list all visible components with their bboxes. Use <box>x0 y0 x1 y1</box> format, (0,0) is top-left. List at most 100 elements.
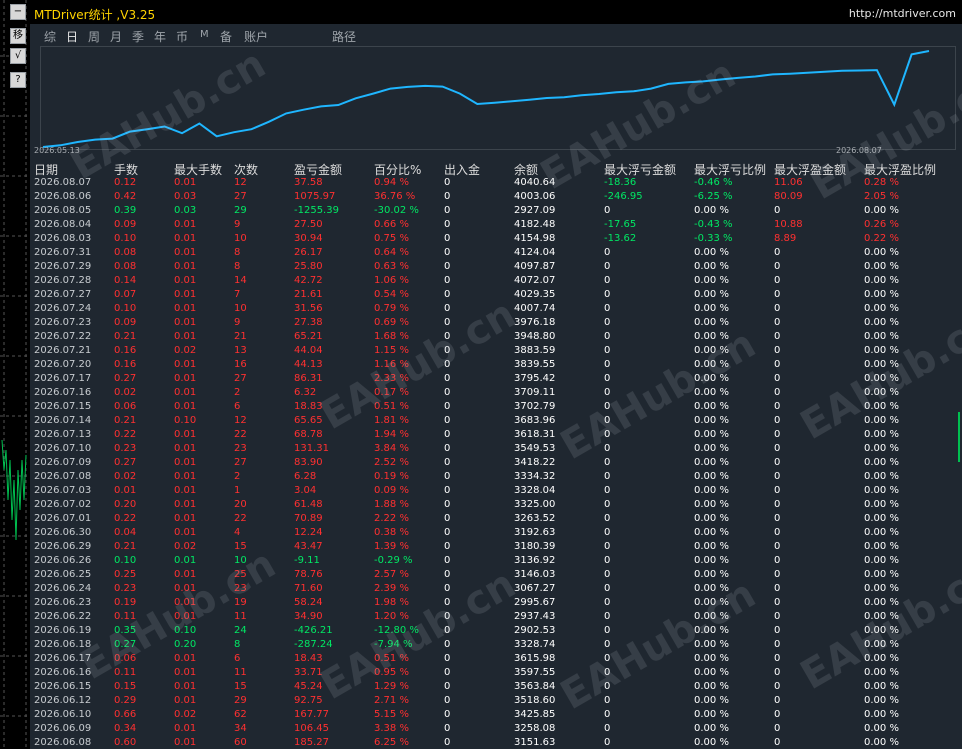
tab-day[interactable]: 日 <box>66 28 78 45</box>
row-pl: 71.60 <box>294 583 323 594</box>
row-count: 14 <box>234 275 247 286</box>
tab-overview[interactable]: 综 <box>44 28 56 45</box>
row-float-loss-pct: 0.00 % <box>694 373 729 384</box>
row-pct: -7.94 % <box>374 639 413 650</box>
site-link[interactable]: http://mtdriver.com <box>849 7 956 20</box>
row-pct: 1.29 % <box>374 681 409 692</box>
row-max-lots: 0.01 <box>174 219 197 230</box>
row-float-profit-pct: 0.00 % <box>864 639 899 650</box>
row-pl: 78.76 <box>294 569 323 580</box>
row-pl: -426.21 <box>294 625 333 636</box>
row-lots: 0.21 <box>114 331 137 342</box>
row-float-loss-amt: 0 <box>604 737 611 748</box>
tab-currency[interactable]: 币 <box>176 28 188 45</box>
row-pl: 37.58 <box>294 177 323 188</box>
row-float-loss-pct: 0.00 % <box>694 555 729 566</box>
row-balance: 3549.53 <box>514 443 556 454</box>
row-float-profit-amt: 0 <box>774 205 781 216</box>
row-balance: 3563.84 <box>514 681 556 692</box>
tab-week[interactable]: 周 <box>88 28 100 45</box>
row-max-lots: 0.01 <box>174 569 197 580</box>
row-float-loss-amt: 0 <box>604 695 611 706</box>
table-row: 2026.06.26 0.10 0.01 10 -9.11 -0.29 % 0 3136.92… <box>30 554 962 568</box>
minimize-button[interactable]: − <box>10 4 26 20</box>
row-balance: 3618.31 <box>514 429 556 440</box>
row-balance: 3258.08 <box>514 723 556 734</box>
row-float-profit-pct: 0.00 % <box>864 247 899 258</box>
row-float-profit-amt: 0 <box>774 415 781 426</box>
row-float-profit-amt: 0 <box>774 569 781 580</box>
row-count: 8 <box>234 261 241 272</box>
row-float-loss-pct: 0.00 % <box>694 429 729 440</box>
row-pl: 70.89 <box>294 513 323 524</box>
left-chart-fragment <box>0 0 30 749</box>
row-lots: 0.34 <box>114 723 137 734</box>
row-float-loss-amt: -246.95 <box>604 191 643 202</box>
row-io: 0 <box>444 471 451 482</box>
row-io: 0 <box>444 457 451 468</box>
row-balance: 4003.06 <box>514 191 556 202</box>
row-float-profit-pct: 0.28 % <box>864 177 899 188</box>
row-float-loss-amt: -13.62 <box>604 233 637 244</box>
row-date: 2026.07.03 <box>34 485 92 496</box>
row-float-loss-amt: 0 <box>604 261 611 272</box>
row-lots: 0.22 <box>114 513 137 524</box>
row-balance: 3146.03 <box>514 569 556 580</box>
row-count: 27 <box>234 191 247 202</box>
row-io: 0 <box>444 569 451 580</box>
tab-month[interactable]: 月 <box>110 28 122 45</box>
row-float-loss-pct: 0.00 % <box>694 303 729 314</box>
row-float-loss-pct: 0.00 % <box>694 611 729 622</box>
row-pl: 58.24 <box>294 597 323 608</box>
tab-path[interactable]: 路径 <box>332 28 356 45</box>
row-float-profit-amt: 0 <box>774 373 781 384</box>
row-pct: 0.66 % <box>374 219 409 230</box>
tab-quarter[interactable]: 季 <box>132 28 144 45</box>
table-row: 2026.08.07 0.12 0.01 12 37.58 0.94 % 0 4040.64 -… <box>30 176 962 190</box>
row-lots: 0.09 <box>114 219 137 230</box>
confirm-button[interactable]: √ <box>10 48 26 64</box>
row-pl: 65.21 <box>294 331 323 342</box>
tab-year[interactable]: 年 <box>154 28 166 45</box>
row-io: 0 <box>444 513 451 524</box>
row-float-profit-pct: 0.00 % <box>864 611 899 622</box>
help-button[interactable]: ? <box>10 72 26 88</box>
table-row: 2026.08.05 0.39 0.03 29 -1255.39 -30.02 % 0 292… <box>30 204 962 218</box>
row-max-lots: 0.01 <box>174 443 197 454</box>
row-max-lots: 0.01 <box>174 471 197 482</box>
table-row: 2026.06.08 0.60 0.01 60 185.27 6.25 % 0 3151.63… <box>30 736 962 749</box>
row-io: 0 <box>444 359 451 370</box>
row-max-lots: 0.01 <box>174 597 197 608</box>
tab-account[interactable]: 账户 <box>244 28 268 45</box>
row-float-loss-pct: 0.00 % <box>694 569 729 580</box>
row-float-loss-amt: 0 <box>604 401 611 412</box>
tab-magic[interactable]: M <box>200 29 209 40</box>
row-float-loss-pct: 0.00 % <box>694 737 729 748</box>
row-float-profit-pct: 0.00 % <box>864 709 899 720</box>
row-io: 0 <box>444 555 451 566</box>
row-float-profit-amt: 8.89 <box>774 233 797 244</box>
row-pl: 12.24 <box>294 527 323 538</box>
row-pl: 18.83 <box>294 401 323 412</box>
row-float-loss-amt: 0 <box>604 317 611 328</box>
row-float-profit-amt: 0 <box>774 653 781 664</box>
row-lots: 0.25 <box>114 569 137 580</box>
table-row: 2026.06.24 0.23 0.01 23 71.60 2.39 % 0 3067.27 0… <box>30 582 962 596</box>
row-float-profit-pct: 2.05 % <box>864 191 899 202</box>
stats-panel: MTDriver统计 ,V3.25 http://mtdriver.com 综 … <box>30 2 962 749</box>
row-count: 21 <box>234 331 247 342</box>
row-pl: -1255.39 <box>294 205 339 216</box>
equity-chart <box>40 46 956 150</box>
row-max-lots: 0.01 <box>174 429 197 440</box>
row-float-loss-amt: 0 <box>604 709 611 720</box>
table-row: 2026.07.14 0.21 0.10 12 65.65 1.81 % 0 3683.96 0… <box>30 414 962 428</box>
row-float-profit-pct: 0.00 % <box>864 723 899 734</box>
row-float-loss-pct: -0.46 % <box>694 177 733 188</box>
move-button[interactable]: 移 <box>10 28 26 44</box>
row-float-profit-pct: 0.26 % <box>864 219 899 230</box>
row-io: 0 <box>444 275 451 286</box>
row-count: 25 <box>234 569 247 580</box>
tab-note[interactable]: 备 <box>220 28 232 45</box>
row-pct: 0.17 % <box>374 387 409 398</box>
row-float-profit-amt: 0 <box>774 597 781 608</box>
